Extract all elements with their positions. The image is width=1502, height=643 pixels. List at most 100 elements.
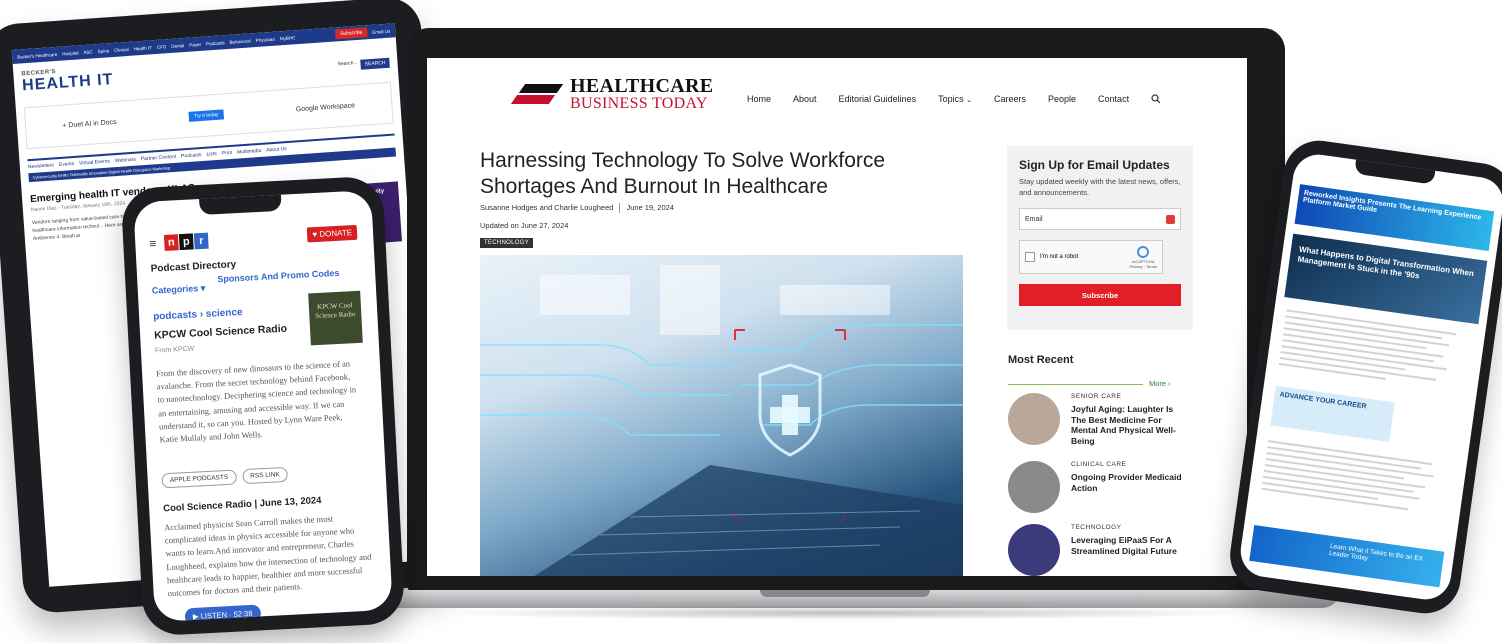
recent-thumbnail[interactable] (1008, 393, 1060, 445)
top-nav-item[interactable]: MyBHC (280, 35, 296, 41)
recaptcha-checkbox[interactable] (1025, 252, 1035, 262)
categories-dropdown[interactable]: Categories ▾ (152, 283, 206, 297)
signup-text: Stay updated weekly with the latest news… (1019, 177, 1181, 197)
article-byline: Susanne Hodges and Charlie Lougheed June… (480, 203, 674, 213)
nav-item[interactable]: Podcasts (181, 152, 202, 159)
subscribe-button[interactable]: Subscribe (334, 27, 368, 40)
donate-button[interactable]: ♥ DONATE (306, 224, 358, 243)
email-placeholder: Email (1025, 215, 1043, 223)
recaptcha-label: I'm not a robot (1040, 254, 1079, 260)
rss-link-button[interactable]: RSS LINK (241, 466, 289, 485)
top-nav-item[interactable]: Hospital (62, 50, 79, 56)
top-nav-item[interactable]: Clinical (114, 46, 129, 52)
recent-item[interactable]: TECHNOLOGY Leveraging EiPaaS For A Strea… (1008, 524, 1208, 576)
site-logo[interactable]: HEALTHCARE BUSINESS TODAY (510, 76, 713, 112)
recaptcha-terms[interactable]: Privacy - Terms (1130, 264, 1157, 269)
nav-about[interactable]: About (793, 94, 817, 106)
top-nav-item[interactable]: Health IT (133, 45, 152, 51)
top-nav-item[interactable]: Payer (189, 41, 201, 47)
breadcrumb[interactable]: podcasts › science (153, 307, 243, 323)
logo-line-2: BUSINESS TODAY (570, 95, 708, 112)
show-description: From the discovery of new dinosaurs to t… (155, 358, 357, 445)
category-tag[interactable]: TECHNOLOGY (480, 238, 534, 248)
episode-title[interactable]: Cool Science Radio | June 13, 2024 (163, 495, 322, 514)
most-recent-heading: Most Recent (1008, 354, 1074, 366)
ad-cta-button[interactable]: Try it today (188, 109, 224, 122)
sponsors-link[interactable]: Sponsors And Promo Codes (217, 268, 340, 284)
article-text-lines (1278, 309, 1465, 393)
recent-title[interactable]: Leveraging EiPaaS For A Streamlined Digi… (1071, 535, 1189, 556)
top-nav-item[interactable]: Becker's Healthcare (17, 51, 57, 59)
search-icon[interactable] (1151, 94, 1161, 106)
nav-contact[interactable]: Contact (1098, 94, 1129, 106)
directory-title: Podcast Directory (150, 259, 237, 275)
nav-item[interactable]: Partner Content (141, 154, 177, 162)
ad-left-text: + Duet AI in Docs (62, 118, 117, 130)
nav-editorial-guidelines[interactable]: Editorial Guidelines (839, 94, 917, 106)
show-title: KPCW Cool Science Radio (153, 322, 288, 342)
apple-podcasts-button[interactable]: APPLE PODCASTS (161, 469, 237, 489)
recent-category[interactable]: SENIOR CARE (1071, 393, 1121, 400)
signup-title: Sign Up for Email Updates (1019, 158, 1170, 172)
nav-home[interactable]: Home (747, 94, 771, 106)
nav-item[interactable]: Virtual Events (79, 158, 110, 166)
search-input[interactable]: Search... (337, 60, 358, 71)
nav-item[interactable]: Lists (206, 151, 217, 158)
nav-item[interactable]: Multimedia (237, 148, 262, 156)
top-nav-item[interactable]: ASC (83, 49, 93, 55)
phone-left-device: ≡ n p r ♥ DONATE Podcast Directory Categ… (120, 175, 406, 637)
more-link[interactable]: More › (1149, 379, 1171, 388)
logo-line-1: HEALTHCARE (570, 75, 714, 97)
recent-thumbnail[interactable] (1008, 524, 1060, 576)
hero-illustration (480, 265, 963, 576)
top-nav-item[interactable]: Behavioral (229, 38, 251, 44)
nav-item[interactable]: Events (59, 161, 75, 168)
logo-letter: p (178, 233, 194, 251)
section-divider (1008, 384, 1143, 385)
article-hero-title: What Happens to Digital Transformation W… (1284, 233, 1488, 325)
logo-mark-icon (510, 80, 564, 108)
top-nav-item[interactable]: CFO (157, 44, 167, 50)
recent-category[interactable]: CLINICAL CARE (1071, 461, 1126, 468)
nav-item[interactable]: Print (222, 150, 233, 157)
search-button[interactable]: SEARCH (360, 57, 390, 70)
recent-thumbnail[interactable] (1008, 461, 1060, 513)
top-nav-item[interactable]: Spine (97, 48, 109, 54)
listen-button[interactable]: ▶ LISTEN · 52:38 (184, 604, 261, 622)
email-us-link[interactable]: Email Us (372, 28, 390, 34)
nav-item[interactable]: Newsletters (28, 162, 54, 170)
recent-title[interactable]: Joyful Aging: Laughter Is The Best Medic… (1071, 404, 1189, 447)
recent-title[interactable]: Ongoing Provider Medicaid Action (1071, 472, 1189, 493)
nav-topics[interactable]: Topics ⌄ (938, 94, 972, 106)
autofill-icon (1166, 214, 1175, 224)
top-nav-item[interactable]: Physician (255, 36, 275, 42)
article-title: Harnessing Technology To Solve Workforce… (480, 149, 886, 199)
mockup-stage: Becker's Healthcare Hospital ASC Spine C… (0, 0, 1502, 643)
recent-item[interactable]: CLINICAL CARE Ongoing Provider Medicaid … (1008, 461, 1208, 517)
logo-letter: n (163, 234, 179, 251)
top-nav-item[interactable]: Podcasts (206, 40, 225, 46)
nav-careers[interactable]: Careers (994, 94, 1026, 106)
article-text-lines (1261, 440, 1447, 519)
logo-letter: r (193, 232, 209, 250)
nav-people[interactable]: People (1048, 94, 1076, 106)
npr-logo[interactable]: n p r (163, 232, 209, 251)
logo-wordmark: HEALTHCARE BUSINESS TODAY (570, 76, 713, 112)
top-nav-item[interactable]: Dental (171, 43, 184, 49)
article-authors[interactable]: Susanne Hodges and Charlie Lougheed (480, 203, 613, 213)
subscribe-button[interactable]: Subscribe (1019, 284, 1181, 306)
recaptcha-widget: I'm not a robot reCAPTCHA Privacy - Term… (1019, 240, 1163, 274)
nav-item[interactable]: Webinars (115, 157, 136, 164)
subscribe-buttons: APPLE PODCASTS RSS LINK (161, 466, 289, 489)
career-ad[interactable]: ADVANCE YOUR CAREER (1270, 385, 1395, 443)
recent-item[interactable]: SENIOR CARE Joyful Aging: Laughter Is Th… (1008, 393, 1208, 449)
recent-category[interactable]: TECHNOLOGY (1071, 524, 1122, 531)
ex-leader-cta[interactable]: Learn What it Takes to Be an EX Leader T… (1249, 525, 1445, 588)
laptop-shadow (430, 606, 1260, 620)
menu-icon[interactable]: ≡ (149, 236, 157, 250)
laptop-screen: HEALTHCARE BUSINESS TODAY Home About Edi… (427, 58, 1247, 576)
article-date: June 19, 2024 (626, 203, 674, 212)
chevron-down-icon: ⌄ (966, 97, 972, 104)
nav-item[interactable]: About Us (266, 146, 287, 153)
email-field[interactable]: Email (1019, 208, 1181, 230)
